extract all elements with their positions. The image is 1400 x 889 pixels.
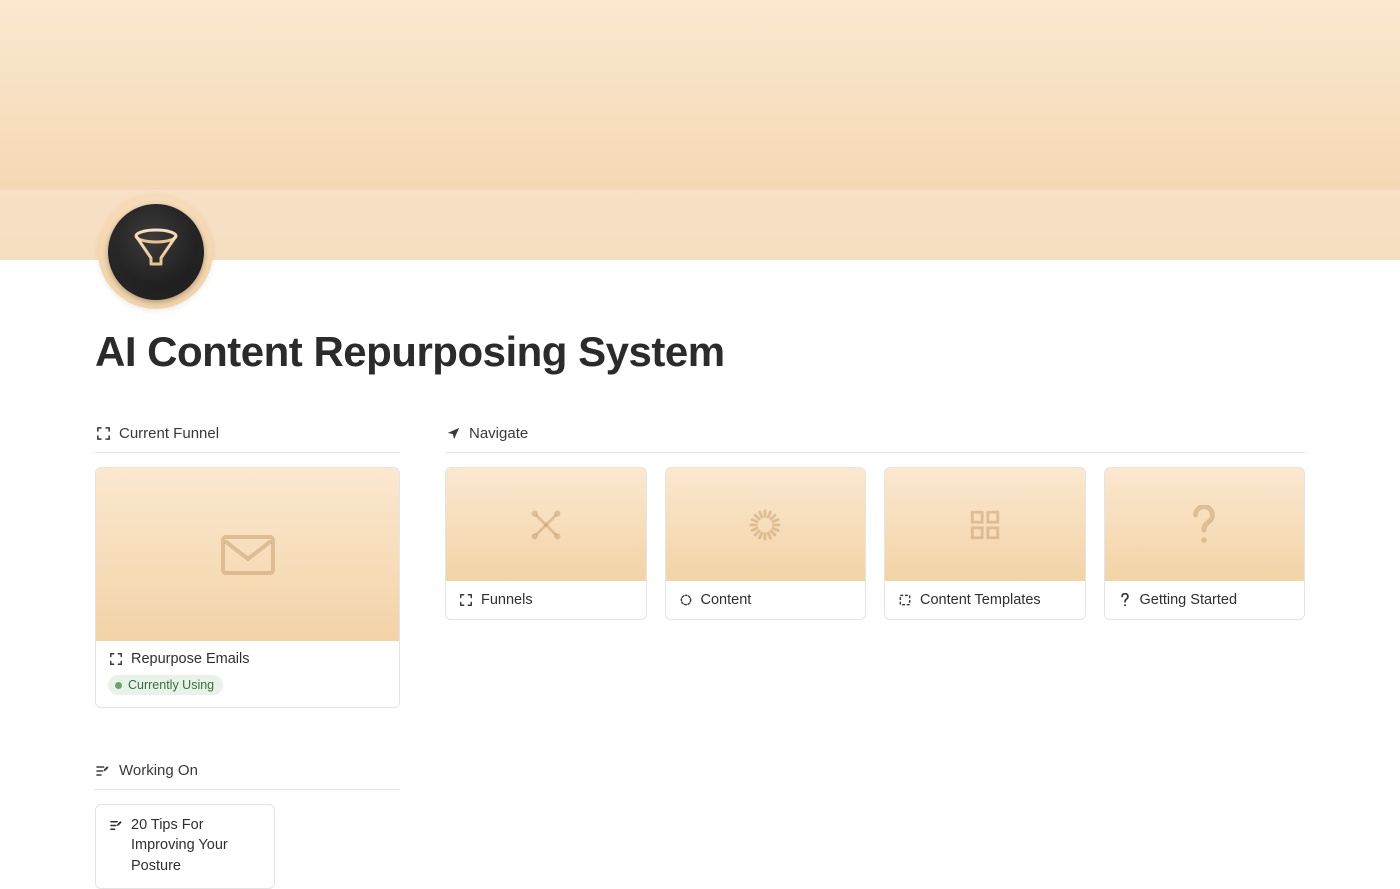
expand-corners-icon — [95, 426, 111, 442]
page-title: AI Content Repurposing System — [95, 328, 725, 376]
card-title: Getting Started — [1140, 592, 1238, 608]
card-title: 20 Tips For Improving Your Posture — [131, 815, 262, 876]
question-icon — [1117, 592, 1133, 608]
list-pen-icon — [95, 763, 111, 779]
card-body: Repurpose Emails Currently Using — [96, 641, 399, 707]
navigate-card-content-templates[interactable]: Content Templates — [884, 467, 1086, 620]
card-thumbnail — [96, 468, 399, 641]
expand-corners-icon — [108, 651, 124, 667]
page-icon-inner — [108, 204, 204, 300]
list-pen-icon — [108, 817, 124, 833]
expand-corners-icon — [458, 592, 474, 608]
card-thumbnail — [1105, 468, 1305, 581]
navigate-card-funnels[interactable]: Funnels — [445, 467, 647, 620]
page-icon[interactable] — [98, 194, 213, 309]
current-funnel-card[interactable]: Repurpose Emails Currently Using — [95, 467, 400, 708]
status-badge: Currently Using — [108, 675, 223, 695]
section-header-label: Current Funnel — [119, 425, 219, 442]
section-header-current-funnel: Current Funnel — [95, 425, 400, 453]
card-title: Content — [701, 592, 752, 608]
grid-icon — [968, 508, 1002, 542]
sunburst-icon — [748, 508, 782, 542]
card-title: Funnels — [481, 592, 533, 608]
card-body: Content Templates — [885, 581, 1085, 619]
card-body: Funnels — [446, 581, 646, 619]
question-icon — [1190, 505, 1218, 545]
envelope-icon — [221, 535, 275, 575]
card-body: Getting Started — [1105, 581, 1305, 619]
card-body: Content — [666, 581, 866, 619]
card-title: Content Templates — [920, 592, 1041, 608]
status-dot-icon — [115, 682, 122, 689]
card-title: Repurpose Emails — [131, 651, 249, 667]
loading-circle-icon — [678, 592, 694, 608]
working-on-card[interactable]: 20 Tips For Improving Your Posture — [95, 804, 275, 889]
card-thumbnail — [666, 468, 866, 581]
cross-arrows-icon — [529, 508, 563, 542]
section-header-working-on: Working On — [95, 762, 400, 790]
navigate-arrow-icon — [445, 426, 461, 442]
funnel-icon — [128, 224, 184, 280]
section-header-label: Navigate — [469, 425, 528, 442]
section-header-label: Working On — [119, 762, 198, 779]
section-header-navigate: Navigate — [445, 425, 1305, 453]
card-thumbnail — [446, 468, 646, 581]
navigate-card-content[interactable]: Content — [665, 467, 867, 620]
card-thumbnail — [885, 468, 1085, 581]
navigate-card-getting-started[interactable]: Getting Started — [1104, 467, 1306, 620]
status-badge-label: Currently Using — [128, 678, 214, 692]
square-icon — [897, 592, 913, 608]
cover-banner — [0, 0, 1400, 260]
